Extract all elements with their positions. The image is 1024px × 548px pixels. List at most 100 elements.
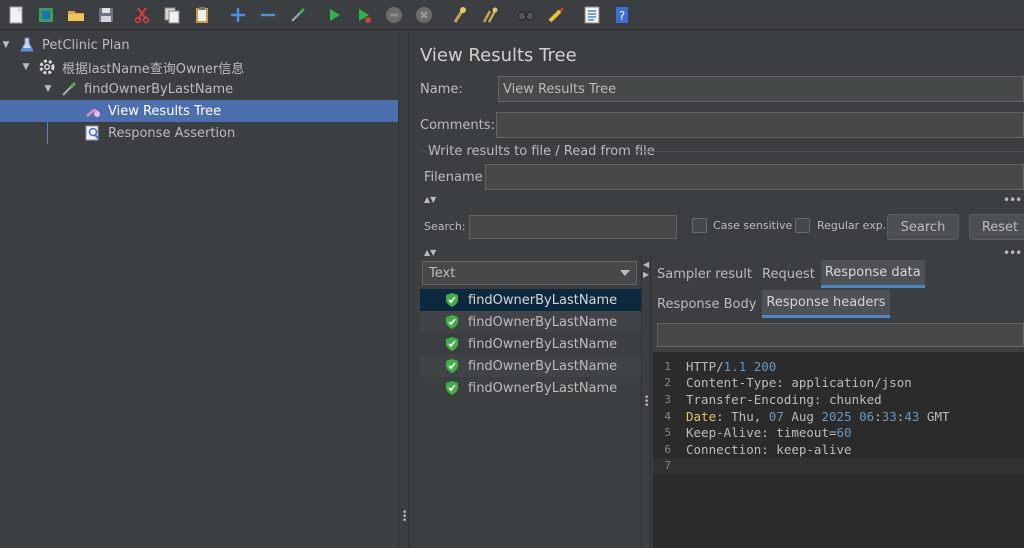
tree-item-label: PetClinic Plan bbox=[42, 37, 130, 53]
case-sensitive-checkbox[interactable] bbox=[692, 218, 707, 233]
results-splitter[interactable]: ◀ ▶ • • • bbox=[641, 256, 651, 548]
help-icon[interactable]: ? bbox=[609, 2, 635, 28]
result-item-label: findOwnerByLastName bbox=[468, 336, 618, 352]
response-subtabs: Response Body Response headers bbox=[653, 290, 892, 318]
renderer-select[interactable]: Text bbox=[422, 261, 637, 285]
splitter-arrows-icon: ◀ ▶ bbox=[643, 260, 650, 279]
toolbar: ? bbox=[0, 0, 1024, 30]
write-results-group-title: Write results to file / Read from file bbox=[428, 144, 655, 159]
chevron-down-icon bbox=[620, 270, 630, 276]
search-icon[interactable] bbox=[513, 2, 539, 28]
panel-title: View Results Tree bbox=[420, 45, 577, 66]
code-line: 3 Transfer-Encoding: chunked bbox=[664, 391, 882, 407]
reset-search-icon[interactable] bbox=[543, 2, 569, 28]
start-icon[interactable] bbox=[321, 2, 347, 28]
tree-item-label: findOwnerByLastName bbox=[84, 81, 234, 97]
splitter-grip-icon: • • • bbox=[644, 393, 650, 411]
result-item-label: findOwnerByLastName bbox=[468, 358, 618, 374]
result-item-label: findOwnerByLastName bbox=[468, 380, 618, 396]
result-item-label: findOwnerByLastName bbox=[468, 292, 618, 308]
response-search-field[interactable] bbox=[657, 323, 1024, 347]
collapse-arrow-icon[interactable]: ▼ bbox=[42, 83, 54, 95]
tab-response-body[interactable]: Response Body bbox=[653, 290, 760, 318]
collapse-arrow-icon[interactable]: ▼ bbox=[20, 61, 32, 73]
tree-item-view-results-tree[interactable]: View Results Tree bbox=[0, 100, 398, 122]
tree-item-response-assertion[interactable]: Response Assertion bbox=[0, 122, 398, 144]
result-item[interactable]: findOwnerByLastName bbox=[420, 311, 641, 333]
tree-item-thread-group[interactable]: ▼ 根据lastName查询Owner信息 bbox=[20, 56, 398, 78]
filename-label: Filename bbox=[424, 170, 483, 185]
search-label: Search: bbox=[424, 220, 466, 233]
flask-icon bbox=[18, 36, 36, 54]
collapse-arrow-icon[interactable]: ▼ bbox=[0, 39, 12, 51]
main-splitter[interactable]: • • • bbox=[398, 31, 409, 548]
expand-icon[interactable] bbox=[225, 2, 251, 28]
tab-response-headers[interactable]: Response headers bbox=[762, 290, 890, 318]
code-line: 7 bbox=[653, 457, 1024, 475]
tab-sampler-result[interactable]: Sampler result bbox=[653, 260, 756, 288]
reset-button[interactable]: Reset bbox=[969, 214, 1024, 240]
panel-grip-icon[interactable]: ••• bbox=[1003, 246, 1022, 260]
tree-item-label: Response Assertion bbox=[108, 125, 236, 141]
comments-field[interactable] bbox=[496, 112, 1024, 138]
success-shield-icon bbox=[446, 293, 458, 307]
results-tree-icon bbox=[84, 102, 102, 120]
result-item-label: findOwnerByLastName bbox=[468, 314, 618, 330]
stop-icon[interactable] bbox=[381, 2, 407, 28]
code-line: 1 HTTP/1.1 200 bbox=[664, 358, 777, 374]
case-sensitive-label: Case sensitive bbox=[713, 219, 793, 232]
open-icon[interactable] bbox=[63, 2, 89, 28]
result-tabs: Sampler result Request Response data bbox=[653, 260, 927, 288]
regular-exp-checkbox[interactable] bbox=[795, 218, 810, 233]
collapse-panel-icon[interactable]: ▲▼ bbox=[424, 248, 436, 257]
code-line: 2 Content-Type: application/json bbox=[664, 375, 912, 391]
templates-icon[interactable] bbox=[33, 2, 59, 28]
copy-icon[interactable] bbox=[159, 2, 185, 28]
tree-item-sampler[interactable]: ▼ findOwnerByLastName bbox=[42, 78, 398, 100]
result-item[interactable]: findOwnerByLastName bbox=[420, 377, 641, 399]
save-icon[interactable] bbox=[93, 2, 119, 28]
clear-all-icon[interactable] bbox=[477, 2, 503, 28]
result-list: findOwnerByLastName findOwnerByLastName … bbox=[420, 289, 641, 548]
success-shield-icon bbox=[446, 337, 458, 351]
function-helper-icon[interactable] bbox=[579, 2, 605, 28]
start-no-pause-icon[interactable] bbox=[351, 2, 377, 28]
view-results-tree-panel: View Results Tree Name: View Results Tre… bbox=[410, 31, 1024, 548]
renderer-selected-value: Text bbox=[429, 265, 456, 281]
name-label: Name: bbox=[420, 82, 463, 97]
toggle-icon[interactable] bbox=[285, 2, 311, 28]
name-field[interactable]: View Results Tree bbox=[498, 76, 1024, 102]
filename-field[interactable] bbox=[485, 164, 1024, 190]
shutdown-icon[interactable] bbox=[411, 2, 437, 28]
panel-grip-icon[interactable]: ••• bbox=[1003, 193, 1022, 207]
collapse-panel-icon[interactable]: ▲▼ bbox=[424, 195, 436, 204]
code-line: 6 Connection: keep-alive bbox=[664, 441, 852, 457]
svg-text:?: ? bbox=[619, 9, 625, 23]
clear-icon[interactable] bbox=[447, 2, 473, 28]
success-shield-icon bbox=[446, 359, 458, 373]
new-icon[interactable] bbox=[3, 2, 29, 28]
tree-item-label: View Results Tree bbox=[108, 103, 222, 119]
success-shield-icon bbox=[446, 381, 458, 395]
tab-response-data[interactable]: Response data bbox=[820, 260, 925, 288]
result-item[interactable]: findOwnerByLastName bbox=[420, 333, 641, 355]
tree-item-test-plan[interactable]: ▼ PetClinic Plan bbox=[0, 34, 398, 56]
response-headers-view[interactable]: 1 HTTP/1.1 200 2 Content-Type: application… bbox=[653, 352, 1024, 548]
search-button[interactable]: Search bbox=[887, 214, 959, 240]
tab-request[interactable]: Request bbox=[758, 260, 819, 288]
tree-item-label: 根据lastName查询Owner信息 bbox=[62, 61, 245, 77]
paste-icon[interactable] bbox=[189, 2, 215, 28]
pipette-icon bbox=[60, 80, 78, 98]
success-shield-icon bbox=[446, 315, 458, 329]
code-line: 4 Date: Thu, 07 Aug 2025 06:33:43 GMT bbox=[664, 408, 950, 424]
code-line: 5 Keep-Alive: timeout=60 bbox=[664, 425, 852, 441]
comments-label: Comments: bbox=[420, 118, 495, 133]
result-item[interactable]: findOwnerByLastName bbox=[420, 355, 641, 377]
search-input[interactable] bbox=[469, 215, 677, 239]
test-plan-tree: ▼ PetClinic Plan ▼ 根据lastName查询Owner信息 ▼… bbox=[0, 31, 398, 548]
magnifier-icon bbox=[84, 124, 102, 142]
collapse-icon[interactable] bbox=[255, 2, 281, 28]
cut-icon[interactable] bbox=[129, 2, 155, 28]
regular-exp-label: Regular exp. bbox=[817, 219, 887, 232]
result-item[interactable]: findOwnerByLastName bbox=[420, 289, 641, 311]
